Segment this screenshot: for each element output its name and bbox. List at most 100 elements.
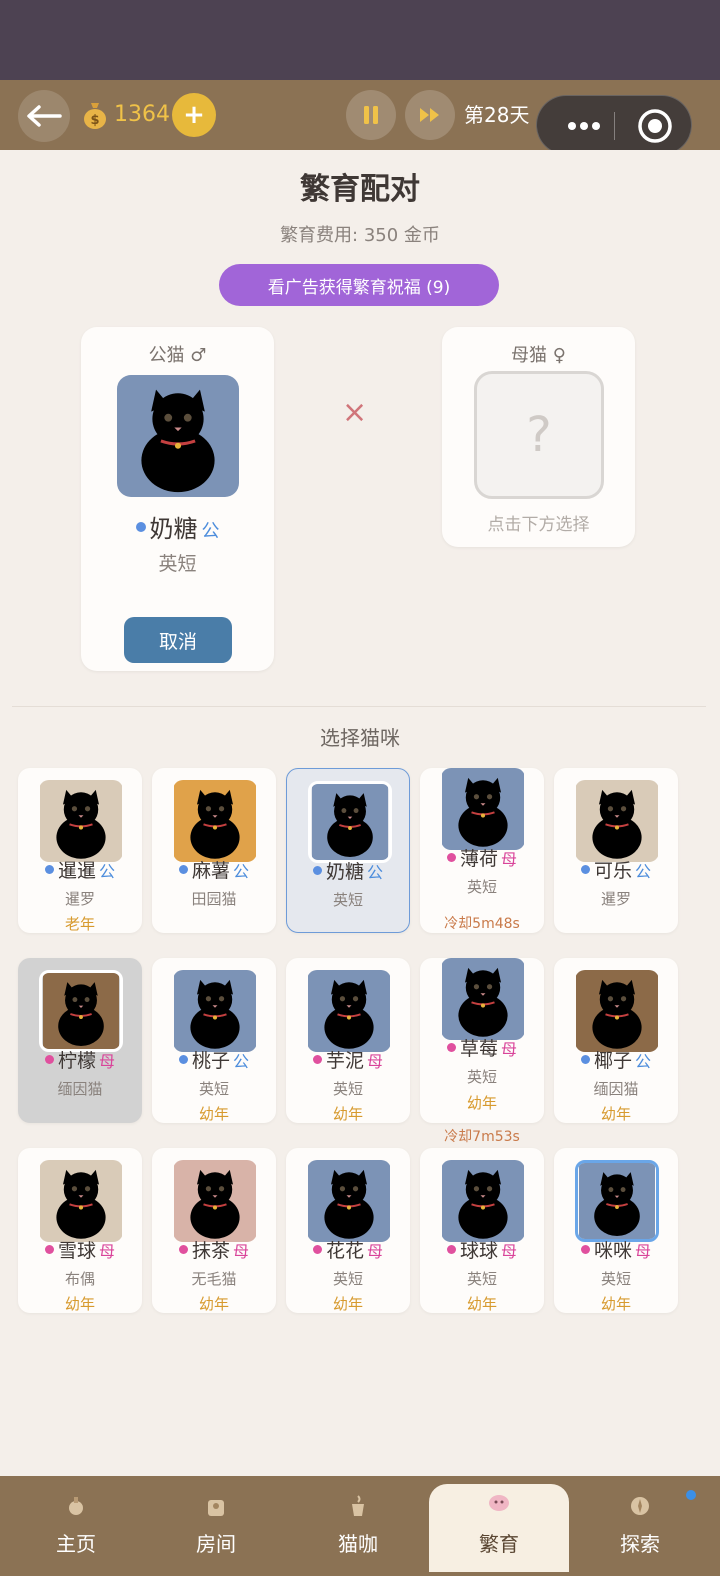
tab-label: 房间 (196, 1532, 236, 1556)
gender-dot (44, 1245, 54, 1254)
cat-card[interactable]: 草莓母英短 幼年 冷却7m53s (420, 958, 544, 1145)
cat-breed: 英短 (466, 1068, 497, 1086)
cat-age: 幼年 (466, 1295, 497, 1313)
capsule-divider (614, 112, 615, 140)
cat-breed: 缅因猫 (57, 1080, 103, 1098)
gender-label: 公 (635, 1052, 652, 1071)
cat-card[interactable]: 花花母英短 幼年 (286, 1148, 410, 1313)
cat-name: 球球 (459, 1240, 498, 1262)
cat-age: 幼年 (332, 1295, 363, 1313)
watch-ad-blessing-button[interactable]: 看广告获得繁育祝福 (9) (219, 264, 499, 306)
cat-breed: 缅因猫 (593, 1080, 639, 1098)
cat-image (308, 970, 390, 1052)
gender-label: 母 (501, 850, 518, 869)
cat-name: 芋泥 (325, 1050, 364, 1072)
more-button[interactable] (559, 110, 609, 142)
cat-name: 可乐 (593, 860, 632, 882)
cat-card[interactable]: 球球母英短 幼年 (420, 1148, 544, 1313)
cat-card[interactable]: 柠檬母缅因猫 (18, 958, 142, 1123)
back-button[interactable] (18, 90, 70, 142)
cooldown-timer: 冷却5m48s (444, 916, 520, 932)
gender-label: 母 (367, 1242, 384, 1261)
british-shorthair-cat-image (117, 375, 239, 497)
cat-age: 老年 (64, 915, 95, 933)
status-bar (0, 0, 720, 80)
cat-avatar (307, 1160, 391, 1242)
gender-dot (580, 1055, 590, 1064)
cat-name-row: 花花母 (286, 1236, 410, 1263)
tab-cafe[interactable]: 猫咖 (288, 1488, 428, 1564)
cat-card[interactable]: 可乐公暹罗 (554, 768, 678, 933)
cat-image (442, 768, 524, 850)
cat-card[interactable]: 咪咪母英短 幼年 (554, 1148, 678, 1313)
cat-avatar (308, 781, 392, 863)
tab-room[interactable]: 房间 (146, 1488, 286, 1564)
notification-dot (686, 1490, 696, 1500)
breed-icon (489, 1495, 509, 1511)
cat-card[interactable]: 雪球母布偶 幼年 (18, 1148, 142, 1313)
cat-card[interactable]: 桃子公英短 幼年 (152, 958, 276, 1123)
cat-breed: 田园猫 (191, 890, 237, 908)
tab-home[interactable]: 主页 (6, 1488, 146, 1564)
cat-image (442, 1160, 524, 1242)
cat-card[interactable]: 麻薯公田园猫 (152, 768, 276, 933)
cat-name: 花花 (325, 1240, 364, 1262)
pause-button[interactable] (346, 90, 396, 140)
cat-card[interactable]: 薄荷母英短 冷却5m48s (420, 768, 544, 933)
cat-card[interactable]: 抹茶母无毛猫 幼年 (152, 1148, 276, 1313)
cat-age: 幼年 (332, 1105, 363, 1123)
divider (12, 706, 706, 707)
female-cat-slot[interactable]: 母猫 ♀ ? 点击下方选择 (442, 327, 635, 547)
add-coins-button[interactable]: + (172, 93, 216, 137)
cooldown-timer: 冷却7m53s (444, 1129, 520, 1145)
cat-name-row: 奶糖公 (287, 857, 409, 884)
cat-name: 咪咪 (593, 1240, 632, 1262)
arrow-left-icon (27, 105, 62, 127)
tab-breed[interactable]: 繁育 (429, 1484, 569, 1572)
cat-card[interactable]: 奶糖公英短 (286, 768, 410, 933)
gender-label: 公 (367, 863, 384, 882)
cat-name: 雪球 (57, 1240, 96, 1262)
cat-breed: 无毛猫 (191, 1270, 237, 1288)
gender-dot (44, 865, 54, 874)
gender-dot (178, 1245, 188, 1254)
tab-label: 繁育 (479, 1532, 519, 1556)
cat-name-row: 咪咪母 (554, 1236, 678, 1263)
cat-name-row: 麻薯公 (152, 856, 276, 883)
gender-dot (580, 865, 590, 874)
cat-avatar (441, 1160, 525, 1242)
gender-dot (44, 1055, 54, 1064)
cat-age: 幼年 (64, 1295, 95, 1313)
gender-label: 公 (99, 862, 116, 881)
cat-name-row: 球球母 (420, 1236, 544, 1263)
cat-avatar (117, 375, 239, 497)
cat-breed: 英短 (332, 891, 363, 909)
cat-avatar (575, 970, 659, 1052)
cat-name: 麻薯 (191, 860, 230, 882)
cat-card[interactable]: 椰子公缅因猫 幼年 (554, 958, 678, 1123)
cat-name: 椰子 (593, 1050, 632, 1072)
gender-label: 母 (99, 1242, 116, 1261)
mini-program-capsule (536, 95, 692, 155)
cat-name-row: 芋泥母 (286, 1046, 410, 1073)
cat-avatar (441, 768, 525, 850)
cat-card[interactable]: 暹暹公暹罗 老年 (18, 768, 142, 933)
cat-name-row: 可乐公 (554, 856, 678, 883)
cat-name: 柠檬 (57, 1050, 96, 1072)
cat-image (312, 784, 388, 860)
cat-image (40, 1160, 122, 1242)
cafe-icon (352, 1495, 364, 1516)
cat-breed: 英短 (332, 1270, 363, 1288)
cat-card[interactable]: 芋泥母英短 幼年 (286, 958, 410, 1123)
fast-forward-button[interactable] (405, 90, 455, 140)
gender-label: 公 (233, 1052, 250, 1071)
cancel-button[interactable]: 取消 (124, 617, 232, 663)
cat-image (43, 973, 119, 1049)
gender-label: 母 (635, 1242, 652, 1261)
cat-breed: 英短 (198, 1080, 229, 1098)
selected-male-breed: 英短 (158, 553, 197, 575)
gender-label: 公 (233, 862, 250, 881)
close-miniprogram-icon[interactable] (637, 108, 673, 144)
cat-name: 暹暹 (57, 860, 96, 882)
cat-name-row: 柠檬母 (18, 1046, 142, 1073)
